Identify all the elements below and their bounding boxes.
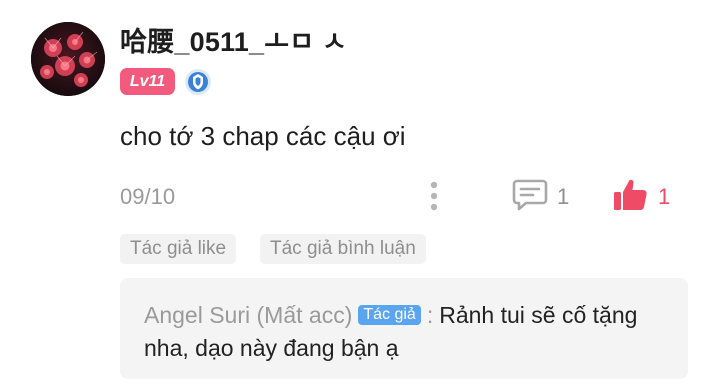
reply-first-line: Angel Suri (Mất acc) Tác giả: Rảnh tui sẽ … bbox=[144, 298, 637, 332]
reply-author-name[interactable]: Angel Suri (Mất acc) bbox=[144, 302, 352, 328]
thumbs-up-icon[interactable] bbox=[612, 177, 648, 212]
author-badge: Tác giả bbox=[358, 305, 421, 325]
avatar-image bbox=[31, 22, 105, 96]
author-reply-box[interactable]: Angel Suri (Mất acc) Tác giả: Rảnh tui sẽ … bbox=[120, 278, 688, 379]
reply-count: 1 bbox=[557, 184, 570, 209]
comment-date: 09/10 bbox=[120, 184, 176, 209]
level-badge: Lv11 bbox=[120, 68, 175, 95]
more-vertical-icon[interactable] bbox=[424, 180, 444, 212]
reply-colon: : bbox=[426, 302, 434, 328]
reply-text-line1: Rảnh tui sẽ cố tặng bbox=[439, 302, 638, 328]
comment-bubble-icon[interactable] bbox=[512, 178, 548, 212]
avatar[interactable] bbox=[31, 22, 105, 96]
verified-shield-icon bbox=[185, 69, 211, 95]
like-count: 1 bbox=[658, 184, 671, 209]
author-liked-tag: Tác giả like bbox=[120, 234, 237, 264]
reply-text-line2: nha, dạo này đang bận ạ bbox=[144, 335, 399, 361]
author-replied-tag: Tác giả bình luận bbox=[260, 234, 426, 264]
comment-text: cho tớ 3 chap các cậu ơi bbox=[120, 121, 406, 151]
username[interactable]: 哈腰_0511_ㅗㅁ ㅅ bbox=[120, 22, 347, 62]
